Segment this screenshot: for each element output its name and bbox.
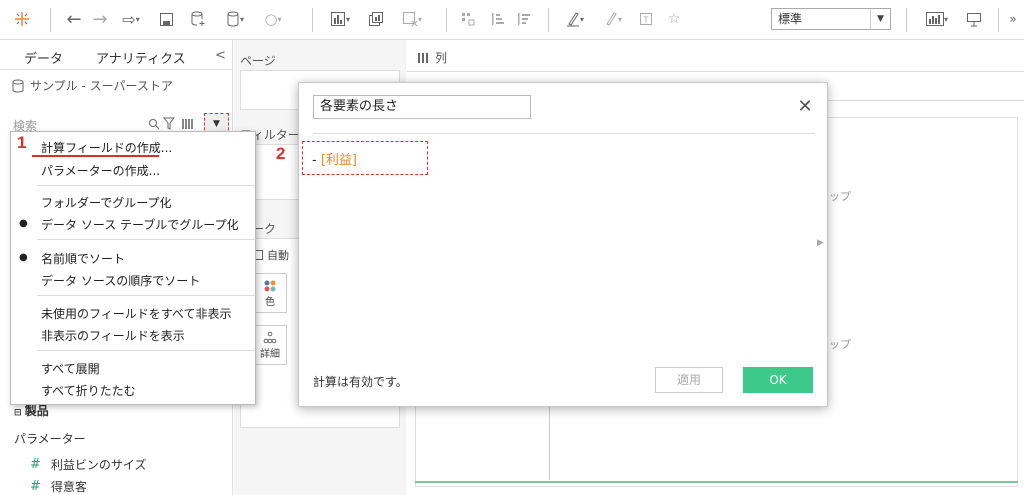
save-icon[interactable]: [154, 8, 178, 30]
menu-item-create-calculated-field[interactable]: 計算フィールドの作成...: [41, 139, 172, 156]
svg-text:T: T: [643, 16, 649, 25]
collapse-icon: ⊟: [14, 408, 25, 418]
menu-separator: [37, 239, 255, 240]
highlight-underline: [32, 155, 159, 157]
calculation-name-input[interactable]: 各要素の長さ: [313, 95, 531, 119]
clear-sheet-icon[interactable]: ▾: [394, 8, 430, 30]
new-worksheet-icon[interactable]: ▾: [322, 8, 358, 30]
group-members-icon[interactable]: ▾: [596, 8, 630, 30]
mark-type-value: 自動: [267, 249, 289, 262]
menu-item-sort-by-datasource-order[interactable]: データ ソースの順序でソート: [41, 272, 200, 289]
menu-item-group-by-folder[interactable]: フォルダーでグループ化: [41, 194, 172, 211]
columns-icon: [418, 52, 428, 63]
folder-label: 製品: [24, 404, 49, 418]
menu-item-collapse-all[interactable]: すべて折りたたむ: [41, 382, 136, 399]
tab-analytics[interactable]: アナリティクス: [96, 48, 186, 67]
menu-item-sort-by-name[interactable]: 名前順でソート: [41, 250, 125, 267]
step-marker-1: 1: [17, 133, 27, 152]
undo-icon[interactable]: ←: [62, 8, 86, 30]
dialog-divider: [313, 133, 815, 134]
toolbar-separator: [548, 8, 549, 32]
sort-descending-icon[interactable]: [512, 8, 536, 30]
columns-shelf-header: 列: [417, 49, 447, 66]
detail-mark-button[interactable]: 詳細: [253, 325, 287, 365]
parameter-label: 得意客: [50, 480, 87, 494]
search-icon[interactable]: [148, 118, 160, 130]
menu-item-create-parameter[interactable]: パラメーターの作成...: [41, 162, 160, 179]
database-icon: [12, 79, 24, 93]
presentation-mode-icon[interactable]: [962, 8, 986, 30]
calculated-field-dialog: 各要素の長さ ✕ - [利益] ▶ 計算は有効です。 適用 OK: [298, 82, 828, 407]
tableau-logo-icon[interactable]: [10, 8, 34, 30]
menu-item-expand-all[interactable]: すべて展開: [41, 360, 100, 377]
menu-separator: [37, 350, 255, 351]
mark-type-select[interactable]: 自動: [253, 247, 289, 263]
ok-button[interactable]: OK: [743, 367, 813, 393]
color-mark-label: 色: [265, 296, 275, 308]
formula-operator: -: [312, 153, 317, 168]
redo-icon[interactable]: →: [88, 8, 112, 30]
color-icon: [264, 280, 276, 291]
datasource-item[interactable]: サンプル - スーパーストア: [12, 77, 173, 94]
more-icon[interactable]: »: [1004, 8, 1022, 30]
highlight-icon[interactable]: ▾: [558, 8, 592, 30]
parameters-header: パラメーター: [14, 432, 86, 446]
formula-field-reference: [利益]: [320, 153, 357, 168]
toolbar-separator: [312, 8, 313, 32]
close-icon[interactable]: ✕: [795, 97, 815, 117]
detail-mark-label: 詳細: [260, 348, 280, 360]
datasource-name: サンプル - スーパーストア: [30, 79, 173, 93]
step-marker-2: 2: [276, 144, 286, 163]
fit-select[interactable]: 標準 ▼: [771, 8, 891, 30]
formula-editor[interactable]: - [利益]: [312, 149, 357, 168]
toolbar-separator: [906, 8, 907, 32]
tab-data[interactable]: データ: [24, 48, 63, 67]
swap-icon[interactable]: ⇨ ▾: [114, 8, 148, 30]
expand-functions-icon[interactable]: ▶: [817, 238, 824, 248]
toolbar-separator: [998, 8, 999, 32]
sort-ascending-icon[interactable]: [486, 8, 510, 30]
pause-updates-icon[interactable]: ▾: [218, 8, 252, 30]
swap-rows-columns-icon[interactable]: [456, 8, 480, 30]
menu-item-show-hidden-fields[interactable]: 非表示のフィールドを表示: [41, 327, 185, 344]
data-pane-context-menu: 計算フィールドの作成... パラメーターの作成... フォルダーでグループ化 ●…: [10, 131, 256, 405]
menu-separator: [37, 295, 255, 296]
selected-bullet-icon: ●: [19, 252, 28, 263]
parameter-item[interactable]: # 得意客: [30, 478, 87, 495]
toolbar-separator: [50, 8, 51, 32]
number-type-icon: #: [30, 479, 41, 494]
fit-select-value: 標準: [778, 12, 803, 26]
show-mark-labels-icon[interactable]: T: [634, 8, 658, 30]
validation-message: 計算は有効です。: [313, 375, 408, 389]
view-mode-icon[interactable]: [181, 118, 195, 130]
menu-item-group-by-table[interactable]: データ ソース テーブルでグループ化: [41, 216, 239, 233]
toolbar-separator: [446, 8, 447, 32]
chevron-down-icon: ▼: [870, 9, 890, 29]
toolbar: ← → ⇨ ▾ ▾ ○ ▾ ▾ ▾ ▾ ▾ T ☆ 標準 ▼ ▾ »: [0, 0, 1024, 40]
show-me-icon[interactable]: ▾: [918, 8, 956, 30]
refresh-icon[interactable]: ○ ▾: [256, 8, 290, 30]
partial-header-label: ップ: [829, 190, 851, 203]
number-type-icon: #: [30, 457, 41, 472]
apply-button[interactable]: 適用: [655, 367, 723, 393]
new-datasource-icon[interactable]: [186, 8, 210, 30]
pages-shelf-title: ページ: [240, 54, 276, 68]
selected-bullet-icon: ●: [19, 218, 28, 229]
detail-icon: [263, 331, 277, 343]
fix-axes-icon[interactable]: ☆: [662, 8, 686, 30]
parameter-label: 利益ビンのサイズ: [50, 458, 147, 472]
duplicate-sheet-icon[interactable]: [364, 8, 388, 30]
parameter-item[interactable]: # 利益ビンのサイズ: [30, 456, 147, 473]
menu-separator: [37, 185, 255, 186]
columns-shelf[interactable]: 列: [407, 40, 1024, 72]
partial-header-label: ップ: [829, 338, 851, 351]
menu-item-hide-unused-fields[interactable]: 未使用のフィールドをすべて非表示: [41, 305, 231, 322]
chevron-down-icon: ▼: [213, 119, 220, 129]
filter-icon[interactable]: [163, 117, 175, 130]
color-mark-button[interactable]: 色: [253, 273, 287, 313]
view-axis-line: [415, 481, 1018, 483]
pane-tabs: データ アナリティクス <: [0, 40, 233, 70]
columns-shelf-label: 列: [435, 51, 448, 65]
collapse-pane-icon[interactable]: <: [215, 48, 226, 63]
